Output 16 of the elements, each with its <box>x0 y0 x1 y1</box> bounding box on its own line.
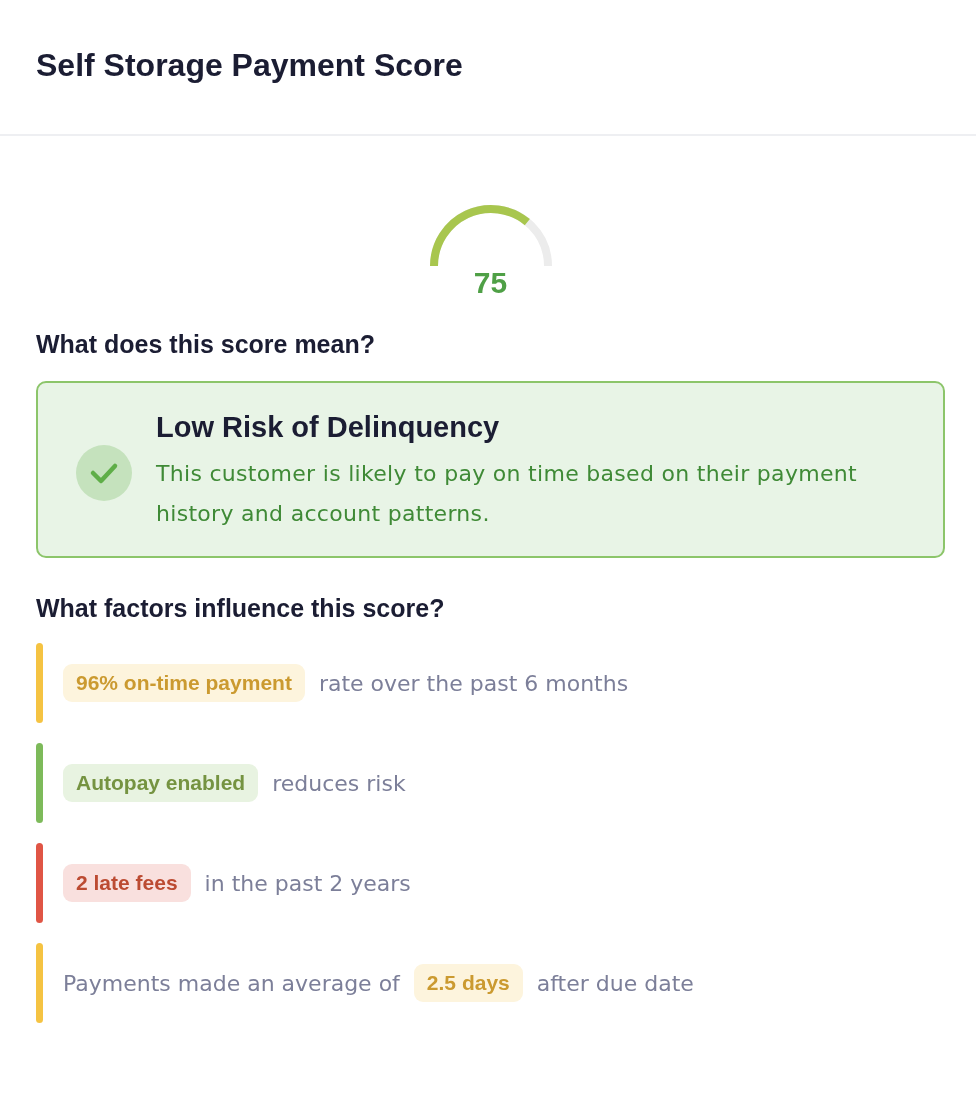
factor-text: Payments made an average of <box>63 970 400 996</box>
risk-title: Low Risk of Delinquency <box>156 411 501 444</box>
check-icon <box>76 444 132 501</box>
section-heading: What does this score mean? <box>36 330 376 359</box>
factor-text: reduces risk <box>272 770 406 796</box>
factor-highlight: 2 late fees <box>63 864 191 902</box>
factor-highlight: Autopay enabled <box>63 764 259 802</box>
section-heading: What factors influence this score? <box>36 594 446 623</box>
factor-text: in the past 2 years <box>204 870 411 896</box>
factor-highlight: 2.5 days <box>413 964 523 1002</box>
factor-text: after due date <box>536 970 694 996</box>
risk-description: This customer is likely to pay on time based on their payment history and account patterns. <box>156 460 858 528</box>
score-value: 75 <box>473 266 508 300</box>
page-title: Self Storage Payment Score <box>36 46 463 84</box>
factor-highlight: 96% on-time payment <box>63 664 305 702</box>
factor-text: rate over the past 6 months <box>318 670 629 696</box>
